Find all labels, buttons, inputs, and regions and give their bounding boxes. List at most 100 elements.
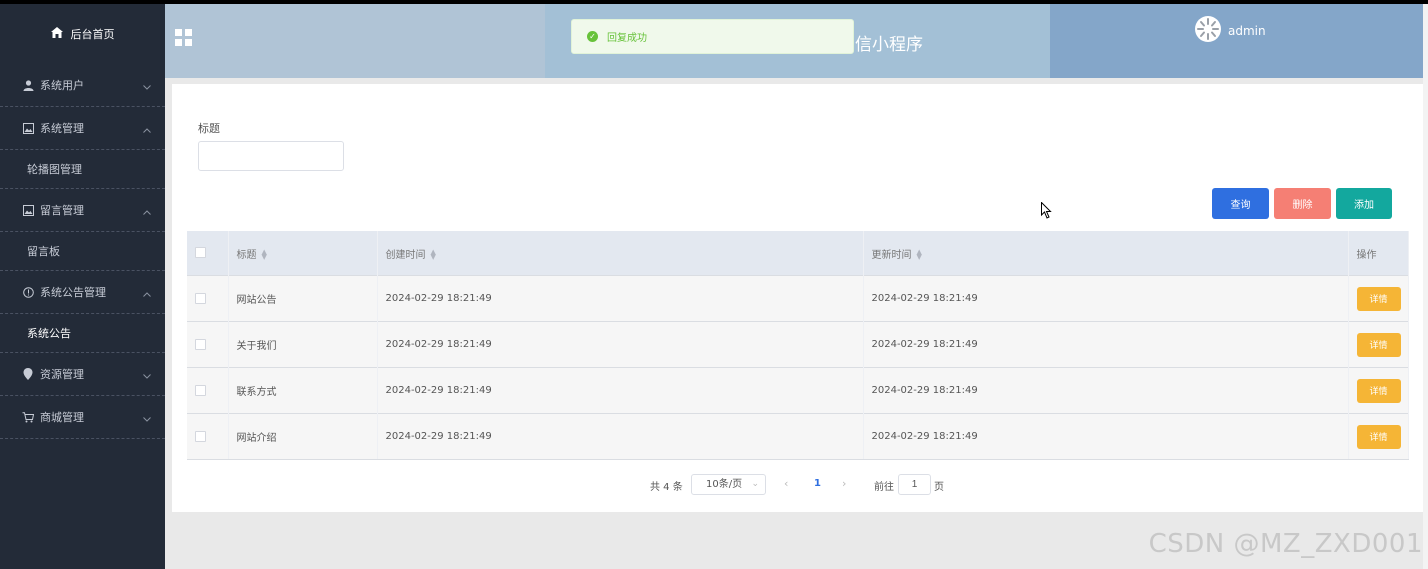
success-toast: ✓ 回复成功 xyxy=(571,19,854,54)
current-page-number[interactable]: 1 xyxy=(814,478,821,489)
image-icon xyxy=(22,122,34,134)
goto-page-input[interactable] xyxy=(898,474,931,495)
cell-updated: 2024-02-29 18:21:49 xyxy=(863,413,1349,460)
prev-page-icon[interactable]: ‹ xyxy=(784,477,788,490)
column-header-ops: 操作 xyxy=(1348,231,1409,276)
row-checkbox[interactable] xyxy=(195,338,206,350)
chevron-up-icon xyxy=(143,123,151,136)
cell-title: 网站介绍 xyxy=(228,413,378,460)
cell-updated: 2024-02-29 18:21:49 xyxy=(863,275,1349,322)
main-panel: 标题 查询 删除 添加 标题 ▲ ▼ 创建时间 ▲ ▼ 更新时间 ▲ ▼ 操作 网站公告 2… xyxy=(172,84,1423,512)
home-icon xyxy=(50,27,63,41)
cell-created: 2024-02-29 18:21:49 xyxy=(377,367,864,414)
app-title: 信小程序 xyxy=(855,35,923,55)
sidebar-item-label: 留言管理 xyxy=(40,204,84,217)
next-page-icon[interactable]: › xyxy=(842,477,846,490)
add-button[interactable]: 添加 xyxy=(1336,188,1392,219)
pagination: 共 4 条 10条/页 ⌄ ‹ 1 › 前往 页 xyxy=(172,474,1423,496)
chevron-up-icon xyxy=(143,287,151,300)
info-circle-icon xyxy=(22,286,34,298)
row-checkbox[interactable] xyxy=(195,430,206,442)
detail-button[interactable]: 详情 xyxy=(1356,378,1401,403)
sidebar-item-resources[interactable]: 资源管理 xyxy=(0,353,165,395)
title-filter-label: 标题 xyxy=(198,122,220,135)
sidebar-group-system: 系统管理 轮播图管理 xyxy=(0,107,165,189)
sidebar-item-notices[interactable]: 系统公告管理 xyxy=(0,271,165,313)
table-row: 联系方式 2024-02-29 18:21:49 2024-02-29 18:2… xyxy=(187,367,1409,414)
check-circle-icon: ✓ xyxy=(587,31,598,42)
chevron-down-icon xyxy=(143,412,151,425)
sidebar-item-label: 系统公告管理 xyxy=(40,286,106,299)
chevron-down-icon xyxy=(143,80,151,93)
right-edge xyxy=(1423,4,1428,569)
sort-icon[interactable]: ▲ ▼ xyxy=(917,248,922,260)
avatar[interactable] xyxy=(1195,16,1221,42)
row-checkbox[interactable] xyxy=(195,292,206,304)
header-right: admin xyxy=(1050,4,1423,78)
detail-button[interactable]: 详情 xyxy=(1356,286,1401,311)
page-size-select[interactable]: 10条/页 ⌄ xyxy=(691,474,766,495)
delete-button[interactable]: 删除 xyxy=(1274,188,1331,219)
image-icon xyxy=(22,204,34,216)
sidebar-item-label: 系统用户 xyxy=(40,79,84,92)
page-size-value: 10条/页 xyxy=(706,479,743,490)
detail-button[interactable]: 详情 xyxy=(1356,332,1401,357)
mouse-cursor-icon xyxy=(1041,201,1052,222)
sidebar-home[interactable]: 后台首页 xyxy=(0,4,165,64)
user-icon xyxy=(22,79,34,91)
user-name[interactable]: admin xyxy=(1228,24,1266,38)
sort-icon[interactable]: ▲ ▼ xyxy=(262,248,267,260)
grid-menu-icon[interactable] xyxy=(175,29,192,46)
notice-table: 标题 ▲ ▼ 创建时间 ▲ ▼ 更新时间 ▲ ▼ 操作 网站公告 2024-02-29 18… xyxy=(187,231,1409,460)
sidebar-subitem-carousel[interactable]: 轮播图管理 xyxy=(0,149,165,188)
pagination-total: 共 4 条 xyxy=(650,482,683,493)
column-header-updated[interactable]: 更新时间 ▲ ▼ xyxy=(863,231,1349,276)
query-button[interactable]: 查询 xyxy=(1212,188,1269,219)
cell-title: 网站公告 xyxy=(228,275,378,322)
sidebar-home-label: 后台首页 xyxy=(70,28,115,41)
cell-title: 关于我们 xyxy=(228,321,378,368)
sidebar: 后台首页 系统用户 系统管理 轮播图管理 留言管理 留言板 系统公告管理 系统公… xyxy=(0,4,165,569)
page-suffix: 页 xyxy=(934,482,944,493)
title-filter-input[interactable] xyxy=(198,141,344,171)
sidebar-item-label: 系统管理 xyxy=(40,122,84,135)
table-row: 网站介绍 2024-02-29 18:21:49 2024-02-29 18:2… xyxy=(187,413,1409,460)
sidebar-item-label: 资源管理 xyxy=(40,368,84,381)
sidebar-item-messages[interactable]: 留言管理 xyxy=(0,189,165,231)
sidebar-subitem-message-board[interactable]: 留言板 xyxy=(0,231,165,270)
chevron-down-icon xyxy=(143,369,151,382)
location-pin-icon xyxy=(22,368,34,380)
column-header-created[interactable]: 创建时间 ▲ ▼ xyxy=(377,231,864,276)
header-left xyxy=(165,4,545,78)
sidebar-item-label: 商城管理 xyxy=(40,411,84,424)
chevron-up-icon xyxy=(143,205,151,218)
goto-label: 前往 xyxy=(874,482,894,493)
cell-updated: 2024-02-29 18:21:49 xyxy=(863,321,1349,368)
table-row: 网站公告 2024-02-29 18:21:49 2024-02-29 18:2… xyxy=(187,275,1409,322)
cell-created: 2024-02-29 18:21:49 xyxy=(377,413,864,460)
sidebar-item-mall[interactable]: 商城管理 xyxy=(0,396,165,438)
cell-updated: 2024-02-29 18:21:49 xyxy=(863,367,1349,414)
select-all-cell xyxy=(187,231,229,276)
sort-icon[interactable]: ▲ ▼ xyxy=(431,248,436,260)
sidebar-group-notices: 系统公告管理 系统公告 xyxy=(0,271,165,353)
sidebar-item-users[interactable]: 系统用户 xyxy=(0,64,165,106)
select-all-checkbox[interactable] xyxy=(195,247,206,259)
sidebar-group-messages: 留言管理 留言板 xyxy=(0,189,165,271)
sidebar-group-resources: 资源管理 xyxy=(0,353,165,396)
chevron-down-icon: ⌄ xyxy=(751,479,759,489)
cell-title: 联系方式 xyxy=(228,367,378,414)
row-checkbox[interactable] xyxy=(195,384,206,396)
sidebar-group-users: 系统用户 xyxy=(0,64,165,107)
table-header-row: 标题 ▲ ▼ 创建时间 ▲ ▼ 更新时间 ▲ ▼ 操作 xyxy=(187,231,1409,276)
sidebar-group-mall: 商城管理 xyxy=(0,396,165,439)
watermark: CSDN @MZ_ZXD001 xyxy=(1148,529,1423,559)
table-row: 关于我们 2024-02-29 18:21:49 2024-02-29 18:2… xyxy=(187,321,1409,368)
sidebar-item-system[interactable]: 系统管理 xyxy=(0,107,165,149)
toast-message: 回复成功 xyxy=(607,33,647,44)
detail-button[interactable]: 详情 xyxy=(1356,424,1401,449)
column-header-title[interactable]: 标题 ▲ ▼ xyxy=(228,231,378,276)
cell-created: 2024-02-29 18:21:49 xyxy=(377,275,864,322)
cart-icon xyxy=(22,411,34,423)
sidebar-subitem-system-notice[interactable]: 系统公告 xyxy=(0,313,165,352)
